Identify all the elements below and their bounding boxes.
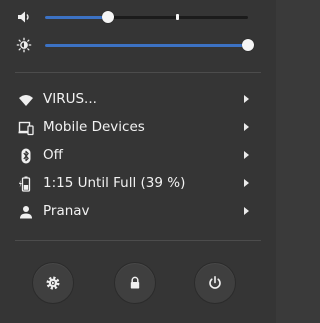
battery-icon xyxy=(19,176,31,192)
brightness-icon[interactable] xyxy=(16,37,32,53)
menu-item-user[interactable]: Pranav xyxy=(0,198,276,226)
menu-item-label: Mobile Devices xyxy=(43,119,145,135)
power-icon xyxy=(209,275,221,289)
chevron-right-icon xyxy=(244,179,249,187)
menu-item-battery[interactable]: 1:15 Until Full (39 %) xyxy=(0,170,276,198)
volume-slider-row xyxy=(0,5,276,29)
menu-item-label: 1:15 Until Full (39 %) xyxy=(43,175,186,191)
menu-item-bluetooth[interactable]: Off xyxy=(0,142,276,170)
user-icon xyxy=(20,206,32,219)
brightness-slider-row xyxy=(0,33,276,57)
volume-slider[interactable] xyxy=(45,11,248,23)
menu-item-label: Off xyxy=(43,147,63,163)
chevron-right-icon xyxy=(244,207,249,215)
volume-icon[interactable] xyxy=(16,9,32,25)
separator xyxy=(15,72,261,73)
settings-icon xyxy=(46,276,60,290)
volume-max-mark xyxy=(175,14,179,20)
chevron-right-icon xyxy=(244,123,249,131)
brightness-slider[interactable] xyxy=(45,39,254,51)
lock-icon xyxy=(130,276,140,289)
brightness-slider-handle[interactable] xyxy=(242,39,254,51)
chevron-right-icon xyxy=(244,95,249,103)
lock-button[interactable] xyxy=(114,262,156,304)
volume-slider-handle[interactable] xyxy=(101,11,114,23)
mobile-devices-icon xyxy=(18,121,34,136)
menu-item-label: Pranav xyxy=(43,203,90,219)
menu-item-mobile-devices[interactable]: Mobile Devices xyxy=(0,114,276,142)
system-menu-panel: VIRUS... Mobile Devices Off 1:15 Until F… xyxy=(0,0,276,323)
brightness-slider-fill xyxy=(45,44,248,47)
menu-item-wifi[interactable]: VIRUS... xyxy=(0,86,276,114)
chevron-right-icon xyxy=(244,151,249,159)
volume-slider-fill xyxy=(45,16,108,19)
menu-item-label: VIRUS... xyxy=(43,91,97,107)
wifi-icon xyxy=(19,95,33,106)
separator xyxy=(15,240,261,241)
settings-button[interactable] xyxy=(32,262,74,304)
power-button[interactable] xyxy=(194,262,236,304)
bluetooth-icon xyxy=(21,148,31,164)
